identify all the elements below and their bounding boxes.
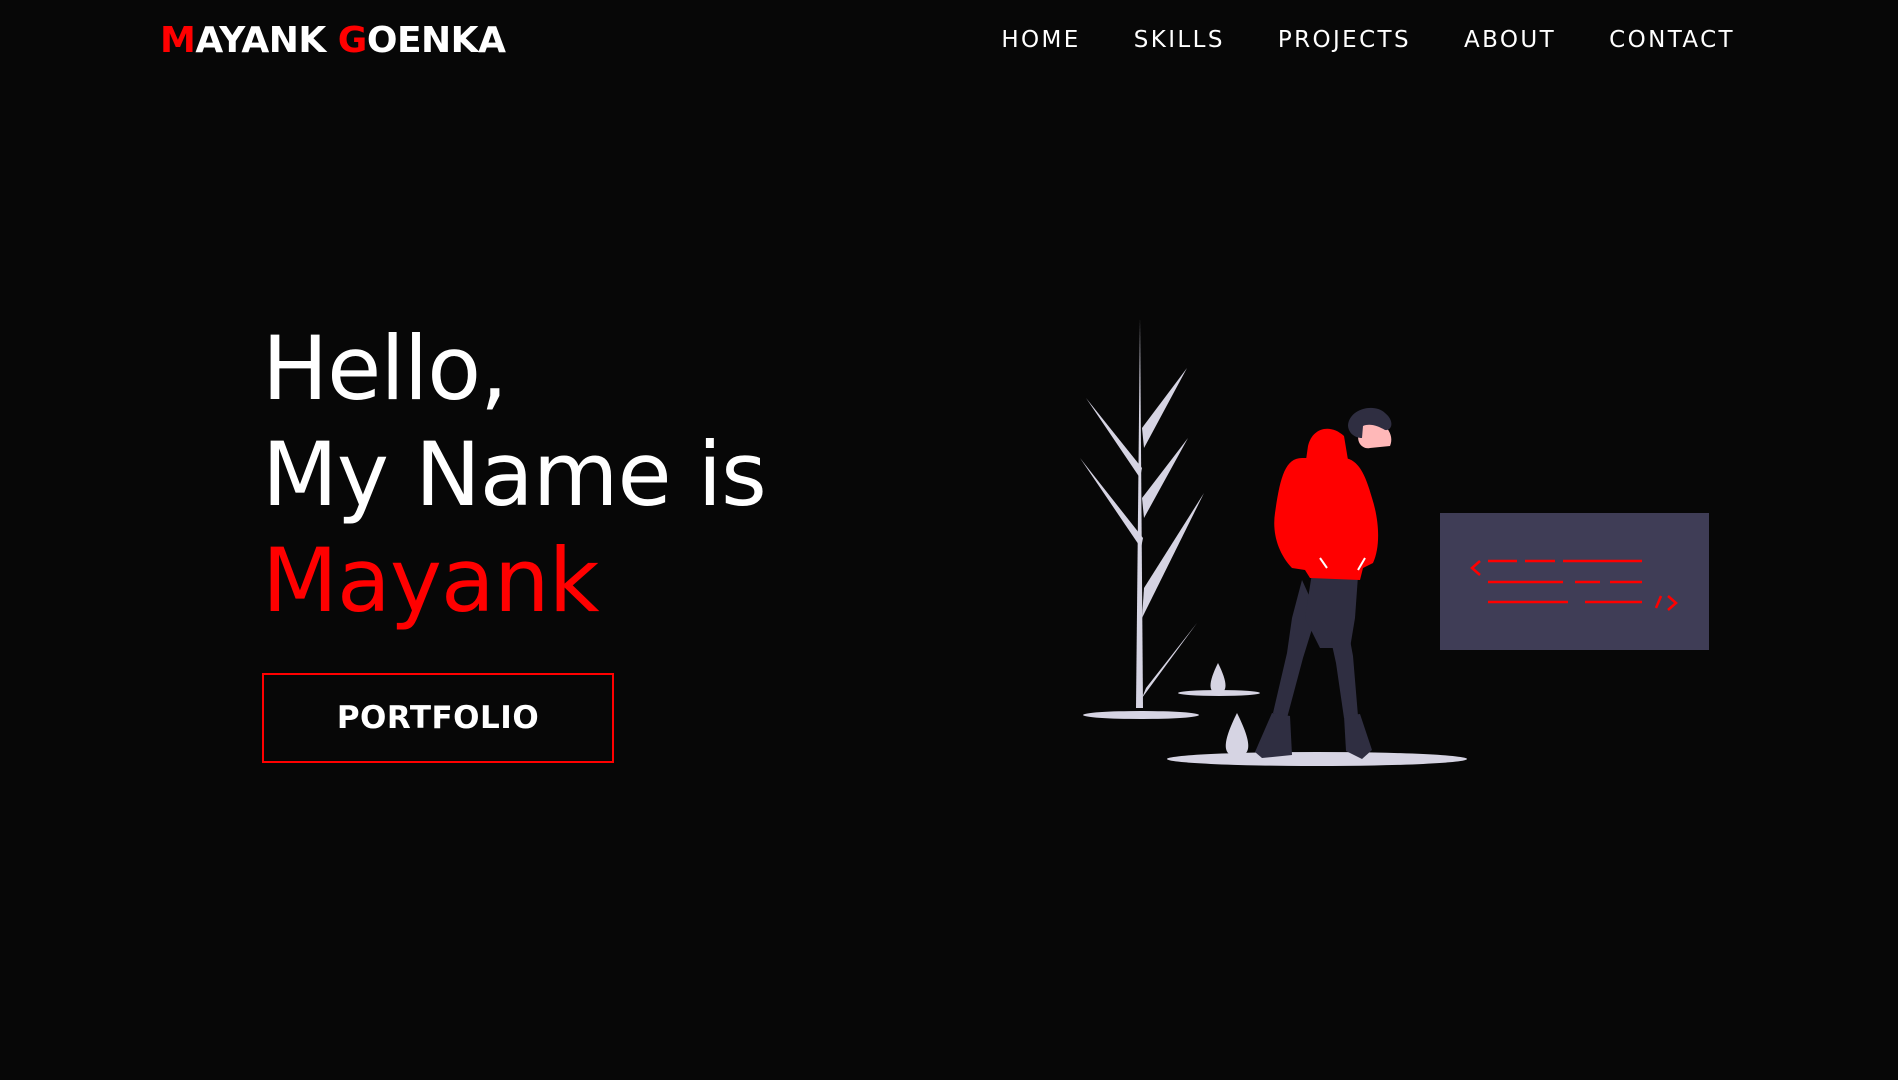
nav-item-home[interactable]: HOME bbox=[1001, 27, 1080, 53]
hero-greeting: Hello, bbox=[262, 317, 508, 420]
logo-last-rest: OENKA bbox=[366, 20, 506, 61]
hero-text: Hello, My Name is Mayank bbox=[262, 316, 767, 634]
nav-item-skills[interactable]: SKILLS bbox=[1134, 27, 1225, 53]
logo-first-rest: AYANK bbox=[195, 20, 338, 61]
nav-item-projects[interactable]: PROJECTS bbox=[1278, 27, 1411, 53]
logo-last-initial: G bbox=[337, 20, 368, 61]
site-logo[interactable]: MAYANK GOENKA bbox=[160, 20, 506, 61]
hero-name: Mayank bbox=[262, 529, 600, 632]
code-panel-icon bbox=[1440, 513, 1709, 650]
portfolio-button[interactable]: PORTFOLIO bbox=[262, 673, 614, 763]
hero-intro: My Name is bbox=[262, 423, 767, 526]
stone-icon bbox=[1178, 663, 1260, 756]
person-icon bbox=[1255, 407, 1392, 759]
developer-illustration bbox=[1080, 318, 1709, 766]
ground-shadow bbox=[1167, 752, 1467, 766]
nav-item-about[interactable]: ABOUT bbox=[1464, 27, 1556, 53]
main-nav: HOME SKILLS PROJECTS ABOUT CONTACT bbox=[948, 27, 1735, 53]
nav-item-contact[interactable]: CONTACT bbox=[1609, 27, 1735, 53]
logo-first-initial: M bbox=[160, 20, 196, 61]
page: MAYANK GOENKA HOME SKILLS PROJECTS ABOUT… bbox=[0, 0, 1898, 1080]
plant-icon bbox=[1080, 318, 1204, 719]
